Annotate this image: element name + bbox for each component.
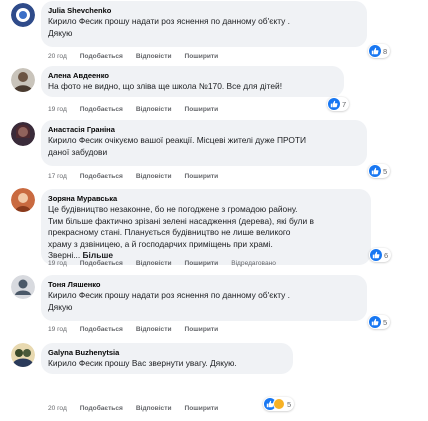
- comment-actions: 20 год Подобається Відповісти Поширити: [48, 405, 231, 412]
- avatar[interactable]: [11, 275, 35, 299]
- reply-button[interactable]: Відповісти: [136, 53, 172, 60]
- like-button[interactable]: Подобається: [80, 326, 123, 333]
- comment-author[interactable]: Анастасія Граніна: [48, 125, 359, 135]
- comment-bubble: Julia Shevchenko Кирило Фесик прошу нада…: [41, 1, 367, 47]
- reaction-summary[interactable]: 8: [368, 44, 391, 58]
- avatar[interactable]: [11, 343, 35, 367]
- like-icon: [328, 98, 340, 110]
- comment-time[interactable]: 17 год: [48, 173, 67, 180]
- comment-text: Тим більше фактично зрізані зелені насад…: [48, 215, 314, 226]
- reaction-summary[interactable]: 5: [368, 164, 391, 178]
- comment-bubble: Анастасія Граніна Кирило Фесик очікуємо …: [41, 120, 367, 166]
- comment-bubble: Galyna Buzhenytsia Кирило Фесик прошу Ва…: [41, 343, 293, 374]
- like-icon: [369, 45, 381, 57]
- comment-text: Дякую: [48, 301, 73, 312]
- comment-actions: 20 год Подобається Відповісти Поширити: [48, 53, 231, 60]
- like-button[interactable]: Подобається: [80, 260, 123, 267]
- like-icon: [370, 249, 382, 261]
- reply-button[interactable]: Відповісти: [136, 405, 172, 412]
- like-button[interactable]: Подобається: [80, 173, 123, 180]
- avatar[interactable]: [11, 68, 35, 92]
- share-button[interactable]: Поширити: [185, 173, 219, 180]
- like-button[interactable]: Подобається: [80, 53, 123, 60]
- truncated-text: Зверні...: [48, 250, 81, 260]
- comment-text: прекрасному стані. Планується будівництв…: [48, 227, 291, 237]
- reaction-count: 5: [383, 317, 388, 327]
- comment-text: Кирило Фесик прошу надати роз яснення по…: [48, 290, 291, 300]
- comment-author[interactable]: Алена Авдеенко: [48, 71, 336, 81]
- share-button[interactable]: Поширити: [185, 53, 219, 60]
- share-button[interactable]: Поширити: [185, 106, 219, 113]
- comment-text: Кирило Фесик очікуємо вашої реакції. Міс…: [48, 135, 307, 145]
- comment-time[interactable]: 19 год: [48, 326, 67, 333]
- comment-author[interactable]: Зоряна Муравська: [48, 194, 363, 204]
- reply-button[interactable]: Відповісти: [136, 173, 172, 180]
- haha-icon: [273, 398, 285, 410]
- comment-actions: 19 год Подобається Відповісти Поширити В…: [48, 260, 276, 267]
- reaction-count: 5: [383, 166, 388, 176]
- comment-time[interactable]: 19 год: [48, 260, 67, 267]
- share-button[interactable]: Поширити: [185, 405, 219, 412]
- comment-text: Дякую: [48, 27, 73, 38]
- like-icon: [369, 316, 381, 328]
- comment-bubble: Тоня Ляшенко Кирило Фесик прошу надати р…: [41, 275, 367, 321]
- reaction-count: 7: [342, 99, 347, 109]
- comment-text: даної забудови: [48, 146, 108, 157]
- reaction-summary[interactable]: 6: [369, 248, 392, 262]
- comment-text: На фото не видно, що зліва ще школа №170…: [48, 81, 283, 91]
- reply-button[interactable]: Відповісти: [136, 260, 172, 267]
- reaction-summary[interactable]: 7: [327, 97, 350, 111]
- comment-actions: 19 год Подобається Відповісти Поширити: [48, 106, 231, 113]
- like-icon: [369, 165, 381, 177]
- reply-button[interactable]: Відповісти: [136, 326, 172, 333]
- comment-author[interactable]: Julia Shevchenko: [48, 6, 359, 16]
- comment-text: Це будівництво незаконне, бо не погоджен…: [48, 204, 298, 214]
- like-button[interactable]: Подобається: [80, 405, 123, 412]
- reaction-summary[interactable]: 5: [263, 397, 295, 411]
- comment-time[interactable]: 19 год: [48, 106, 67, 113]
- see-more-link[interactable]: Більше: [83, 250, 113, 260]
- avatar[interactable]: [11, 3, 35, 27]
- share-button[interactable]: Поширити: [185, 260, 219, 267]
- avatar[interactable]: [11, 122, 35, 146]
- reaction-summary[interactable]: 5: [368, 315, 391, 329]
- comment-author[interactable]: Тоня Ляшенко: [48, 280, 359, 290]
- avatar[interactable]: [11, 188, 35, 212]
- comment-actions: 19 год Подобається Відповісти Поширити: [48, 326, 231, 333]
- reaction-count: 8: [383, 46, 388, 56]
- comment-author[interactable]: Galyna Buzhenytsia: [48, 348, 285, 358]
- comment-actions: 17 год Подобається Відповісти Поширити: [48, 173, 231, 180]
- comment-time[interactable]: 20 год: [48, 53, 67, 60]
- reaction-count: 5: [287, 399, 292, 409]
- comment-text: Кирило Фесик прошу Вас звернути увагу. Д…: [48, 358, 237, 368]
- reply-button[interactable]: Відповісти: [136, 106, 172, 113]
- share-button[interactable]: Поширити: [185, 326, 219, 333]
- edited-label[interactable]: Відредаговано: [231, 260, 276, 267]
- comment-time[interactable]: 20 год: [48, 405, 67, 412]
- comment-bubble: Зоряна Муравська Це будівництво незаконн…: [41, 189, 371, 265]
- like-button[interactable]: Подобається: [80, 106, 123, 113]
- comment-text: храму з дзвіницею, а й господарчих примі…: [48, 238, 273, 249]
- reaction-count: 6: [384, 250, 389, 260]
- comment-bubble: Алена Авдеенко На фото не видно, що злів…: [41, 66, 344, 97]
- comment-text: Кирило Фесик прошу надати роз яснення по…: [48, 16, 291, 26]
